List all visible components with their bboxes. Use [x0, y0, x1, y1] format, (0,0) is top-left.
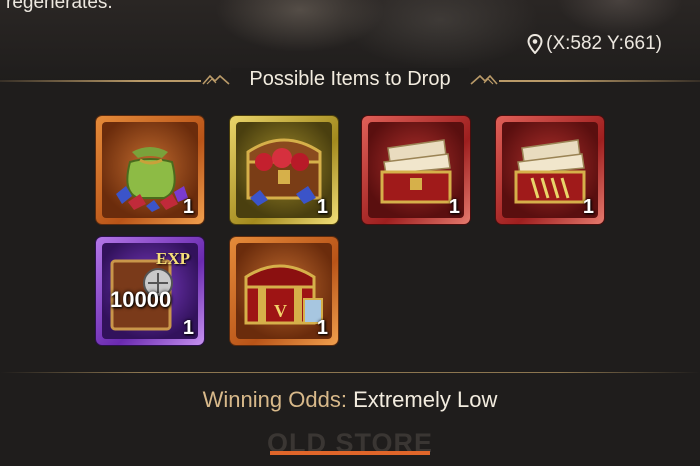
drop-item-scroll-chest[interactable]: 1: [362, 116, 470, 224]
location-pin-icon: [527, 34, 543, 54]
odds-value: Extremely Low: [353, 387, 498, 412]
item-quantity: 1: [182, 317, 194, 339]
drop-item-exp-book[interactable]: EXP 10000 1: [96, 237, 204, 345]
active-tab-underline: [270, 451, 430, 455]
item-quantity: 1: [316, 196, 328, 218]
odds-label: Winning Odds:: [202, 387, 347, 412]
winning-odds: Winning Odds: Extremely Low: [0, 387, 700, 413]
drop-item-scroll-chest-2[interactable]: 1: [496, 116, 604, 224]
section-header: Possible Items to Drop: [0, 64, 700, 94]
drop-item-v-chest[interactable]: V 1: [230, 237, 338, 345]
drop-item-gem-chest[interactable]: 1: [230, 116, 338, 224]
coordinates-text: (X:582 Y:661): [546, 33, 662, 54]
item-quantity: 1: [182, 196, 194, 218]
bottom-divider: [0, 372, 700, 373]
drop-item-gem-sack[interactable]: 1: [96, 116, 204, 224]
exp-label: EXP: [156, 249, 190, 268]
item-quantity: 1: [582, 196, 594, 218]
item-quantity: 1: [448, 196, 460, 218]
svg-text:V: V: [274, 301, 287, 321]
item-quantity: 1: [316, 317, 328, 339]
section-title: Possible Items to Drop: [231, 67, 469, 91]
right-ornament-icon: [468, 72, 499, 86]
left-ornament-icon: [201, 72, 232, 86]
coordinates-link[interactable]: (X:582 Y:661): [527, 33, 662, 55]
exp-amount: 10000: [110, 287, 172, 312]
description-text: regenerates.: [6, 0, 113, 13]
